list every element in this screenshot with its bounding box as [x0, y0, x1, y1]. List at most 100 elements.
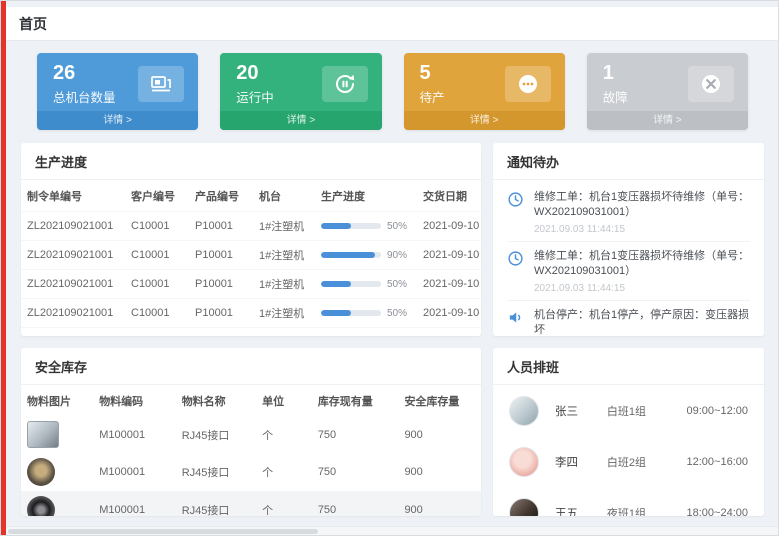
column-header: 物料编码 [93, 385, 176, 416]
product-no: P10001 [189, 299, 253, 328]
person-time: 12:00~16:00 [687, 456, 748, 468]
page-title: 首页 [19, 14, 47, 34]
material-unit: 个 [256, 416, 312, 453]
notice-time: 2021.09.03 11:44:15 [534, 283, 750, 294]
tools-icon [688, 66, 734, 102]
material-name: RJ45接口 [176, 491, 256, 516]
delivery-date: 2021-09-10 [417, 299, 481, 328]
inventory-table: 物料图片 物料编码 物料名称 单位 库存现有量 安全库存量 M [21, 385, 481, 516]
delivery-date: 2021-09-10 [417, 270, 481, 299]
table-row: M100001 RJ45接口 个 750 900 [21, 453, 481, 491]
notice-item[interactable]: 机台停产：机台1停产，停产原因：变压器损坏 [507, 301, 750, 336]
progress-bar: 50% [321, 308, 411, 319]
material-code: M100001 [93, 416, 176, 453]
column-header: 客户编号 [125, 180, 189, 212]
table-row: ZL202109021001 C10001 P10001 1#注塑机 50% 2… [21, 212, 481, 241]
table-row: ZL202109021001 C10001 P10001 1#注塑机 50% 2… [21, 299, 481, 328]
material-name: RJ45接口 [176, 453, 256, 491]
progress-label: 50% [387, 221, 407, 232]
material-unit: 个 [256, 453, 312, 491]
clock-icon [507, 249, 525, 294]
speaker-icon [507, 308, 525, 336]
machine-name: 1#注塑机 [253, 212, 315, 241]
notice-item[interactable]: 维修工单：机台1变压器损坏待维修（单号：WX202109031001） 2021… [507, 242, 750, 301]
progress-bar: 90% [321, 250, 411, 261]
person-name: 李四 [555, 454, 607, 470]
app-window: 首页 26 总机台数量 [0, 0, 779, 536]
customer-no: C10001 [125, 299, 189, 328]
refresh-pause-icon [322, 66, 368, 102]
stat-value: 5 [420, 62, 445, 85]
notice-text: 机台停产：机台1停产，停产原因：变压器损坏 [534, 308, 750, 336]
panel-notices: 通知待办 维修工单：机台1变压器损坏待维修（单号：WX202109031001）… [493, 143, 764, 336]
notice-text: 维修工单：机台1变压器损坏待维修（单号：WX202109031001） [534, 249, 750, 280]
stat-label: 总机台数量 [53, 87, 116, 106]
progress-bar: 50% [321, 279, 411, 290]
schedule-row: 张三 白班1组 09:00~12:00 [493, 385, 764, 436]
stat-value: 26 [53, 62, 116, 85]
order-no: ZL202109021001 [21, 270, 125, 299]
scrollbar-handle[interactable] [8, 529, 318, 534]
panel-safety-inventory: 安全库存 物料图片 物料编码 物料名称 单位 库存 [21, 348, 481, 516]
material-name: RJ45接口 [176, 416, 256, 453]
machine-name: 1#注塑机 [253, 241, 315, 270]
scrollbar-horizontal[interactable] [6, 526, 778, 535]
product-no: P10001 [189, 328, 253, 337]
stat-cards: 26 总机台数量 详情 > [37, 53, 748, 130]
stock-on-hand: 750 [312, 491, 399, 516]
column-header: 生产进度 [315, 180, 417, 212]
detail-link[interactable]: 详情 > [220, 111, 381, 130]
notice-time: 2021.09.03 11:44:15 [534, 224, 750, 235]
column-header: 物料图片 [21, 385, 93, 416]
progress-label: 90% [387, 250, 407, 261]
page-header: 首页 [6, 7, 778, 41]
stock-on-hand: 750 [312, 416, 399, 453]
column-header: 制令单编号 [21, 180, 125, 212]
detail-link[interactable]: 详情 > [37, 111, 198, 130]
material-code: M100001 [93, 453, 176, 491]
avatar [509, 396, 539, 426]
material-unit: 个 [256, 491, 312, 516]
person-shift: 白班2组 [607, 454, 687, 470]
safety-stock: 900 [398, 491, 481, 516]
customer-no: C10001 [125, 270, 189, 299]
progress-label: 50% [387, 308, 407, 319]
machine-name: 1#注塑机 [253, 328, 315, 337]
table-row: M100001 RJ45接口 个 750 900 [21, 491, 481, 516]
material-image [27, 421, 59, 448]
detail-link[interactable]: 详情 > [587, 111, 748, 130]
table-row: ZL202109021001 C10001 P10001 1#注塑机 50% 2… [21, 270, 481, 299]
stat-label: 故障 [603, 87, 628, 106]
panel-title: 生产进度 [21, 143, 481, 180]
delivery-date: 2021-09-10 [417, 241, 481, 270]
panel-production-progress: 生产进度 制令单编号 客户编号 产品编号 机台 生 [21, 143, 481, 336]
schedule-row: 李四 白班2组 12:00~16:00 [493, 436, 764, 487]
panel-personnel-schedule: 人员排班 张三 白班1组 09:00~12:00 李四 白班2组 12:00~1… [493, 348, 764, 516]
material-code: M100001 [93, 491, 176, 516]
customer-no: C10001 [125, 328, 189, 337]
stock-on-hand: 750 [312, 453, 399, 491]
order-no: ZL202109021001 [21, 241, 125, 270]
order-no: ZL202109021001 [21, 328, 125, 337]
person-name: 王五 [555, 505, 607, 516]
stat-value: 20 [236, 62, 274, 85]
notice-item[interactable]: 维修工单：机台1变压器损坏待维修（单号：WX202109031001） 2021… [507, 183, 750, 242]
stat-label: 运行中 [236, 87, 274, 106]
stat-card-waiting: 5 待产 详情 > [404, 53, 565, 130]
detail-link[interactable]: 详情 > [404, 111, 565, 130]
column-header: 物料名称 [176, 385, 256, 416]
ellipsis-icon [505, 66, 551, 102]
table-row: ZL202109021001 C10001 P10001 1#注塑机 90% 2… [21, 241, 481, 270]
machine-icon [138, 66, 184, 102]
product-no: P10001 [189, 270, 253, 299]
person-shift: 夜班1组 [607, 505, 687, 516]
delivery-date: 2021-09-10 [417, 328, 481, 337]
table-row: ZL202109021001 C10001 P10001 1#注塑机 50% 2… [21, 328, 481, 337]
stat-card-total-machines: 26 总机台数量 详情 > [37, 53, 198, 130]
avatar [509, 447, 539, 477]
notice-text: 维修工单：机台1变压器损坏待维修（单号：WX202109031001） [534, 190, 750, 221]
material-image [27, 496, 55, 516]
column-header: 安全库存量 [398, 385, 481, 416]
schedule-row: 王五 夜班1组 18:00~24:00 [493, 487, 764, 516]
order-no: ZL202109021001 [21, 299, 125, 328]
